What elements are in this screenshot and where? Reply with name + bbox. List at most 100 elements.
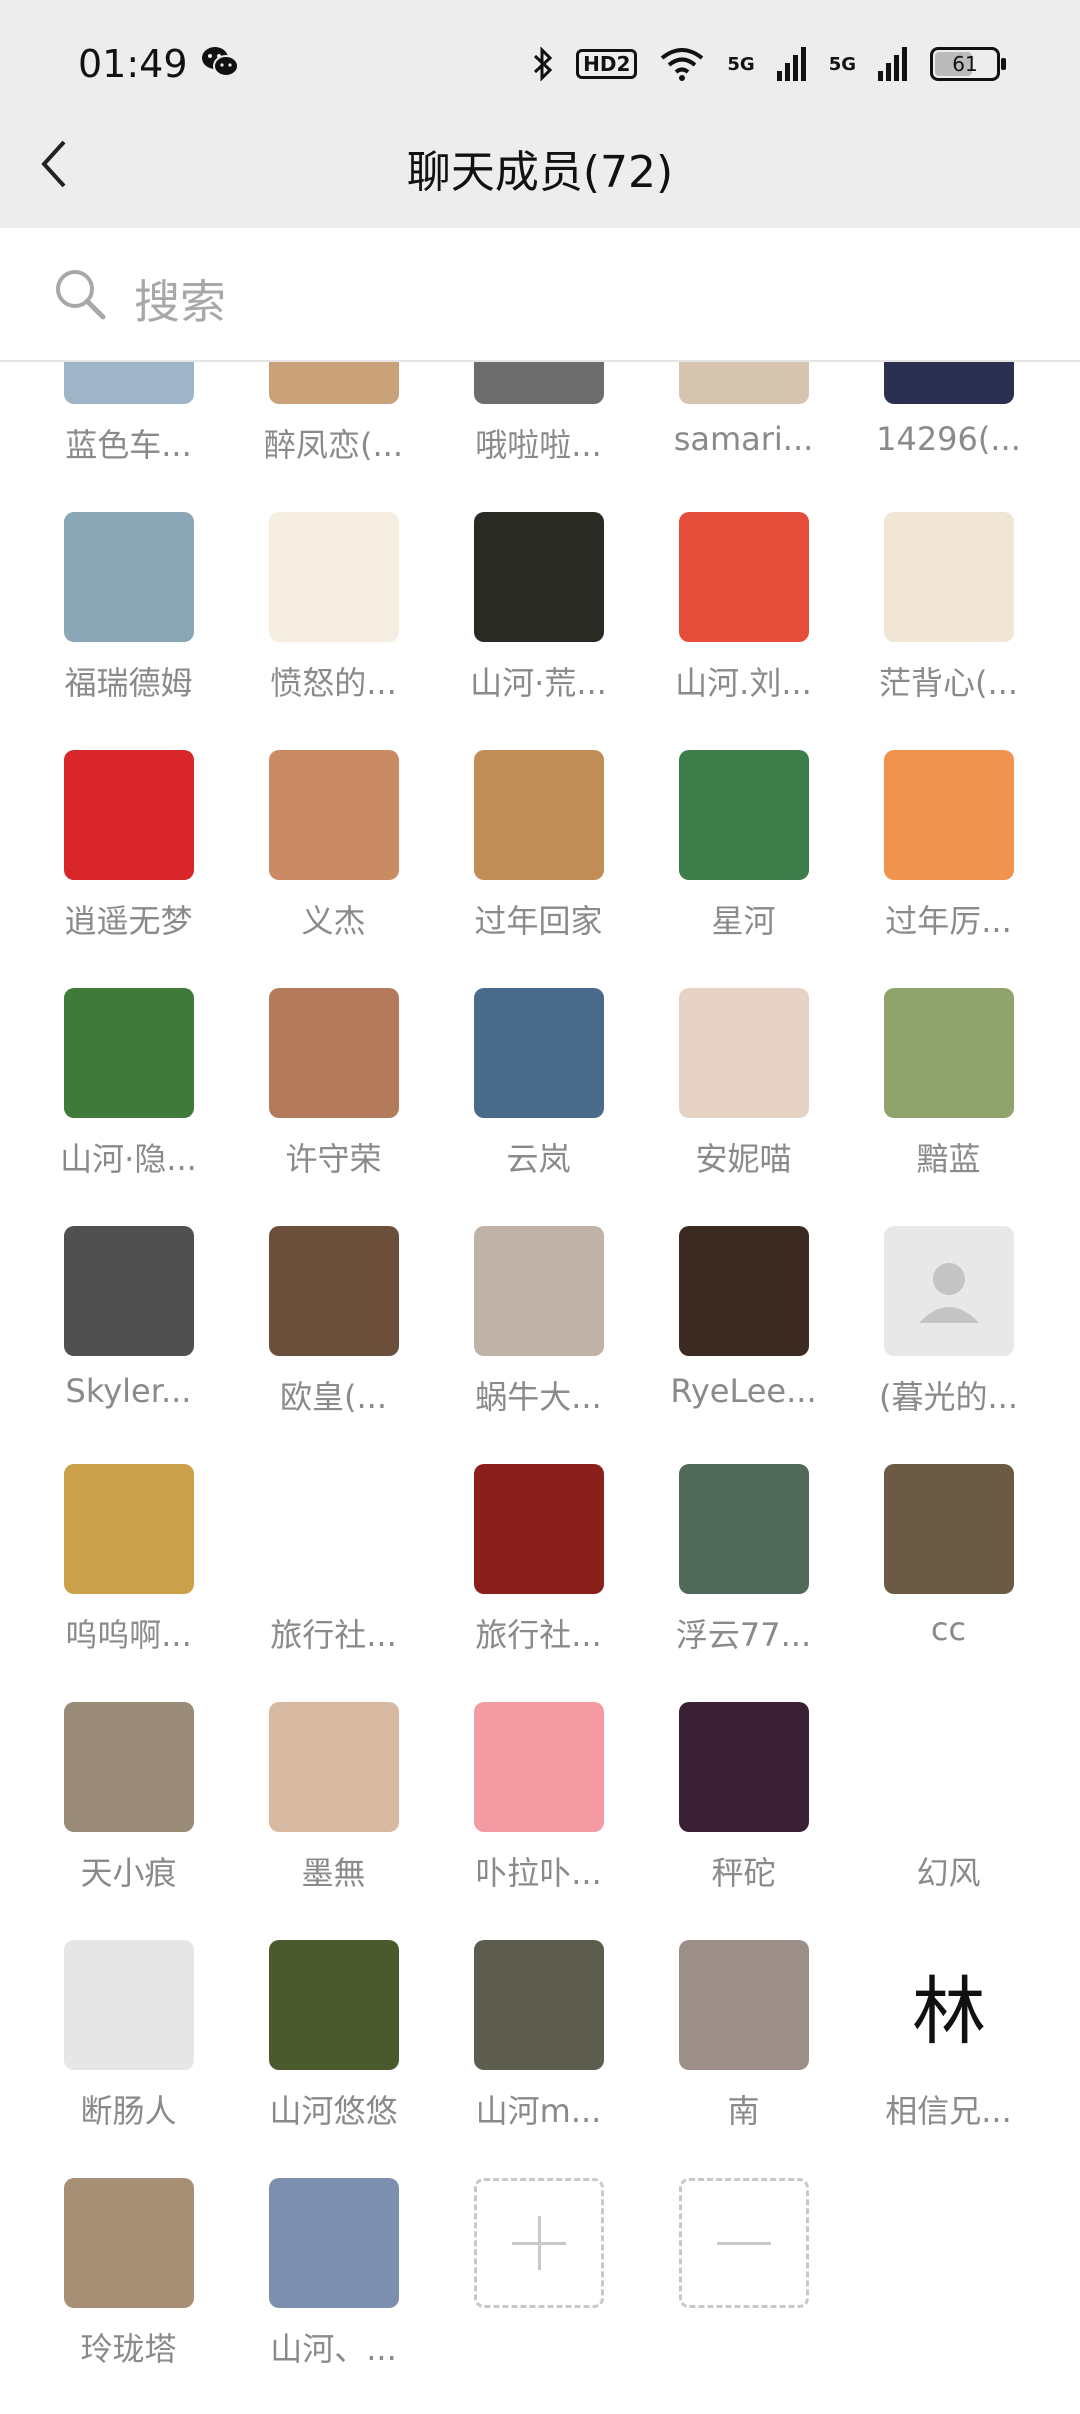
member-avatar[interactable]	[474, 1940, 604, 2070]
member-avatar[interactable]	[269, 988, 399, 1118]
member-grid-viewport[interactable]: 蓝色车... 醉凤恋(... 哦啦啦... samari... 14296(... 福瑞德…	[0, 362, 1080, 2414]
member-avatar[interactable]	[679, 750, 809, 880]
member-item[interactable]: RyeLee...	[641, 1196, 846, 1434]
member-avatar[interactable]	[64, 1464, 194, 1594]
member-item[interactable]: 黯蓝	[846, 958, 1051, 1196]
member-avatar[interactable]	[269, 1464, 399, 1594]
member-avatar[interactable]	[64, 750, 194, 880]
member-avatar[interactable]	[679, 1464, 809, 1594]
member-item[interactable]: 旅行社...	[231, 1434, 436, 1672]
member-item[interactable]: 逍遥无梦	[26, 720, 231, 958]
member-item[interactable]: 云岚	[436, 958, 641, 1196]
member-item[interactable]: 福瑞德姆	[26, 482, 231, 720]
remove-member-cell	[641, 2148, 846, 2386]
member-item[interactable]: 天小痕	[26, 1672, 231, 1910]
member-item[interactable]: Skyler...	[26, 1196, 231, 1434]
member-item[interactable]: 山河、...	[231, 2148, 436, 2386]
member-item[interactable]: 断肠人	[26, 1910, 231, 2148]
member-avatar[interactable]	[474, 1702, 604, 1832]
member-avatar[interactable]	[64, 1226, 194, 1356]
member-item[interactable]: 14296(...	[846, 362, 1051, 482]
member-item[interactable]: 星河	[641, 720, 846, 958]
member-name: 卟拉卟...	[475, 1854, 602, 1892]
member-item[interactable]: 山河.刘...	[641, 482, 846, 720]
search-input[interactable]: 搜索	[134, 266, 226, 332]
member-avatar[interactable]	[679, 988, 809, 1118]
member-name: 墨無	[301, 1854, 366, 1892]
member-item[interactable]: 南	[641, 1910, 846, 2148]
member-item[interactable]: 山河悠悠	[231, 1910, 436, 2148]
remove-member-button[interactable]	[679, 2178, 809, 2308]
member-item[interactable]: 玲珑塔	[26, 2148, 231, 2386]
member-avatar[interactable]	[64, 1940, 194, 2070]
member-avatar[interactable]	[679, 1940, 809, 2070]
member-item[interactable]: cc	[846, 1434, 1051, 1672]
member-avatar[interactable]	[884, 362, 1014, 404]
member-grid: 蓝色车... 醉凤恋(... 哦啦啦... samari... 14296(... 福瑞德…	[0, 362, 1080, 2386]
member-item[interactable]: 过年厉...	[846, 720, 1051, 958]
signal-icon-1	[776, 47, 806, 81]
member-avatar[interactable]	[269, 512, 399, 642]
member-avatar[interactable]	[269, 1702, 399, 1832]
member-avatar[interactable]	[64, 362, 194, 404]
member-item[interactable]: 过年回家	[436, 720, 641, 958]
member-item[interactable]: 愤怒的...	[231, 482, 436, 720]
member-avatar-character[interactable]: 林	[884, 1940, 1014, 2070]
member-avatar[interactable]	[679, 1702, 809, 1832]
member-item[interactable]: 山河m...	[436, 1910, 641, 2148]
member-avatar[interactable]	[679, 512, 809, 642]
member-avatar[interactable]	[884, 988, 1014, 1118]
member-avatar[interactable]	[474, 988, 604, 1118]
battery-icon: 61	[930, 47, 1006, 81]
member-item[interactable]: 蓝色车...	[26, 362, 231, 482]
member-item[interactable]: 山河·荒...	[436, 482, 641, 720]
member-avatar[interactable]	[269, 1226, 399, 1356]
member-item[interactable]: 卟拉卟...	[436, 1672, 641, 1910]
member-item[interactable]: 秤砣	[641, 1672, 846, 1910]
member-item[interactable]: 墨無	[231, 1672, 436, 1910]
member-item[interactable]: 欧皇(...	[231, 1196, 436, 1434]
member-avatar[interactable]	[474, 362, 604, 404]
member-item[interactable]: 呜呜啊...	[26, 1434, 231, 1672]
member-avatar[interactable]	[64, 512, 194, 642]
member-avatar[interactable]	[269, 362, 399, 404]
member-avatar[interactable]	[884, 512, 1014, 642]
member-avatar[interactable]	[474, 512, 604, 642]
member-item[interactable]: samari...	[641, 362, 846, 482]
member-name: 安妮喵	[695, 1140, 792, 1178]
member-name: 山河悠悠	[269, 2092, 398, 2130]
member-item[interactable]: 山河·隐...	[26, 958, 231, 1196]
member-name: 过年厉...	[885, 902, 1012, 940]
member-avatar[interactable]	[884, 750, 1014, 880]
member-avatar[interactable]	[64, 1702, 194, 1832]
member-avatar[interactable]	[64, 988, 194, 1118]
member-item[interactable]: 蜗牛大...	[436, 1196, 641, 1434]
member-item[interactable]: 安妮喵	[641, 958, 846, 1196]
member-avatar[interactable]	[474, 1226, 604, 1356]
member-avatar[interactable]	[679, 362, 809, 404]
member-avatar[interactable]	[884, 1464, 1014, 1594]
member-item[interactable]: 醉凤恋(...	[231, 362, 436, 482]
member-item[interactable]: 茫背心(...	[846, 482, 1051, 720]
member-avatar[interactable]	[679, 1226, 809, 1356]
member-avatar[interactable]	[884, 1226, 1014, 1356]
member-avatar[interactable]	[884, 1702, 1014, 1832]
member-item[interactable]: (暮光的...	[846, 1196, 1051, 1434]
member-item[interactable]: 林相信兄...	[846, 1910, 1051, 2148]
member-avatar[interactable]	[64, 2178, 194, 2308]
member-item[interactable]: 幻风	[846, 1672, 1051, 1910]
member-item[interactable]: 哦啦啦...	[436, 362, 641, 482]
member-avatar[interactable]	[269, 2178, 399, 2308]
member-avatar[interactable]	[269, 750, 399, 880]
member-item[interactable]: 旅行社...	[436, 1434, 641, 1672]
member-item[interactable]: 浮云77...	[641, 1434, 846, 1672]
member-item[interactable]: 义杰	[231, 720, 436, 958]
member-avatar[interactable]	[474, 750, 604, 880]
member-name: 欧皇(...	[279, 1378, 387, 1416]
member-item[interactable]: 许守荣	[231, 958, 436, 1196]
member-avatar[interactable]	[474, 1464, 604, 1594]
member-name: 黯蓝	[916, 1140, 981, 1178]
add-member-button[interactable]	[474, 2178, 604, 2308]
member-name: 山河.刘...	[675, 664, 812, 702]
member-avatar[interactable]	[269, 1940, 399, 2070]
